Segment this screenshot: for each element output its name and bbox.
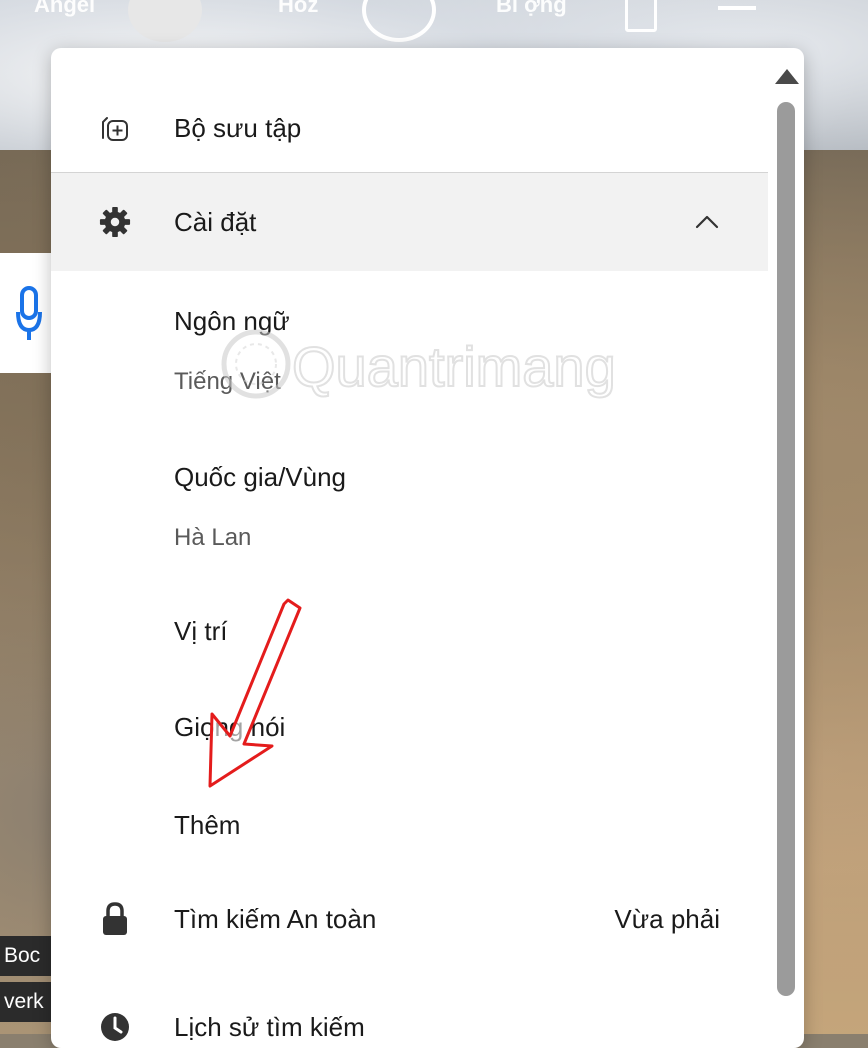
hamburger-menu-icon[interactable] (718, 6, 756, 10)
microphone-icon[interactable] (16, 286, 42, 342)
device-icon[interactable] (625, 0, 657, 32)
menu-item-label: Cài đặt (174, 206, 257, 237)
setting-region-value: Hà Lan (174, 524, 252, 551)
menu-item-settings[interactable]: Cài đặt (51, 173, 768, 271)
scrollbar-thumb[interactable] (777, 102, 795, 996)
menu-item-label: Tìm kiếm An toàn (174, 903, 377, 934)
chevron-up-icon[interactable] (694, 209, 720, 235)
setting-region-link[interactable]: Quốc gia/Vùng (174, 462, 346, 493)
collection-add-icon (99, 112, 131, 144)
menu-item-label: Lịch sử tìm kiếm (174, 1011, 365, 1042)
menu-item-label: Bộ sưu tập (174, 112, 302, 143)
clock-icon (99, 1011, 131, 1043)
rewards-icon[interactable] (362, 0, 436, 42)
top-toolbar: Angel Hoz Bi ợng (0, 0, 868, 42)
toolbar-text[interactable]: Angel (34, 0, 95, 18)
menu-item-search-history[interactable]: Lịch sử tìm kiếm (51, 992, 768, 1048)
setting-more-link[interactable]: Thêm (174, 810, 240, 841)
setting-location-link[interactable]: Vị trí (174, 616, 227, 647)
settings-menu-panel: Bộ sưu tập Cài đặt Ngôn ngữ Tiếng Việt Q… (51, 48, 804, 1048)
setting-language-value: Tiếng Việt (174, 368, 281, 395)
scroll-up-arrow-icon[interactable] (772, 66, 802, 88)
gear-icon (99, 206, 131, 238)
menu-item-collections[interactable]: Bộ sưu tập (51, 88, 768, 168)
avatar[interactable] (128, 0, 202, 42)
safesearch-value: Vừa phải (614, 903, 720, 934)
toolbar-text[interactable]: Hoz (278, 0, 318, 18)
menu-item-safesearch[interactable]: Tìm kiếm An toàn Vừa phải (51, 884, 768, 954)
setting-language-link[interactable]: Ngôn ngữ (174, 306, 290, 337)
lock-icon (99, 902, 131, 935)
setting-voice-link[interactable]: Giọng nói (174, 712, 285, 743)
toolbar-text[interactable]: Bi ợng (496, 0, 567, 18)
